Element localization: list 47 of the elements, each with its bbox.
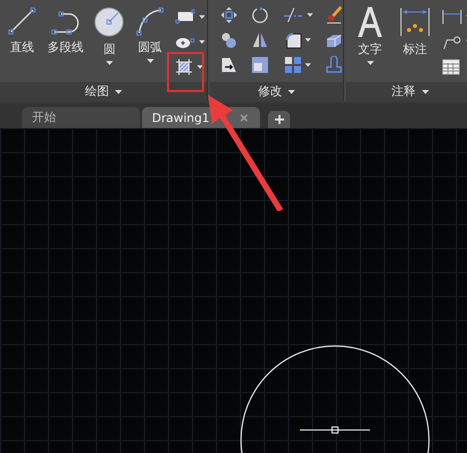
panel-title[interactable]: 修改 (258, 83, 282, 100)
caret-icon[interactable] (306, 13, 312, 17)
panel-title[interactable]: 注释 (392, 83, 416, 100)
tool-button[interactable]: 多段线 (48, 39, 84, 56)
circle-icon[interactable] (93, 6, 126, 38)
copy-icon[interactable] (220, 31, 238, 49)
dimension-icon[interactable] (399, 6, 431, 38)
caret-icon[interactable] (199, 40, 206, 44)
crosshair-cursor-icon (300, 425, 370, 435)
rotate-icon[interactable] (251, 6, 269, 24)
new-tab-button[interactable] (268, 111, 290, 128)
line-icon[interactable] (6, 6, 37, 36)
fillet-icon[interactable] (284, 31, 302, 49)
panel-title[interactable]: 绘图 (85, 83, 109, 100)
caret-icon[interactable] (422, 90, 428, 94)
caret-icon[interactable] (199, 14, 206, 18)
letter-a-icon[interactable] (355, 6, 385, 38)
stretch-icon[interactable] (220, 56, 238, 74)
plus-icon (274, 115, 284, 124)
leader-icon[interactable] (442, 34, 462, 50)
move-icon[interactable] (220, 6, 238, 24)
hatch-icon[interactable] (175, 58, 194, 76)
caret-icon[interactable] (366, 61, 374, 65)
tool-button[interactable]: 文字 (358, 41, 382, 58)
caret-icon[interactable] (197, 64, 204, 68)
caret-icon[interactable] (304, 38, 310, 42)
array-icon[interactable] (284, 56, 302, 74)
arc-icon[interactable] (135, 6, 166, 36)
linear-dimension-icon[interactable] (442, 8, 462, 24)
tool-button[interactable]: 圆 (103, 41, 116, 58)
table-icon[interactable] (442, 58, 460, 74)
brush-icon[interactable] (325, 6, 343, 24)
caret-icon[interactable] (106, 61, 113, 65)
tool-button[interactable]: 直线 (10, 39, 34, 56)
scale-icon[interactable] (251, 56, 269, 74)
highlight-box (167, 52, 204, 92)
tool-button[interactable]: 圆弧 (138, 39, 162, 56)
caret-icon[interactable] (304, 63, 310, 67)
tool-button[interactable]: 标注 (403, 41, 427, 58)
rectangle-icon[interactable] (175, 8, 196, 24)
file-tab[interactable]: 开始 (22, 107, 140, 128)
offset-icon[interactable] (325, 56, 343, 74)
caret-icon[interactable] (288, 90, 295, 94)
caret-icon[interactable] (146, 59, 154, 63)
caret-icon[interactable] (115, 90, 122, 94)
trim-icon[interactable] (282, 7, 304, 23)
mirror-icon[interactable] (251, 31, 269, 49)
